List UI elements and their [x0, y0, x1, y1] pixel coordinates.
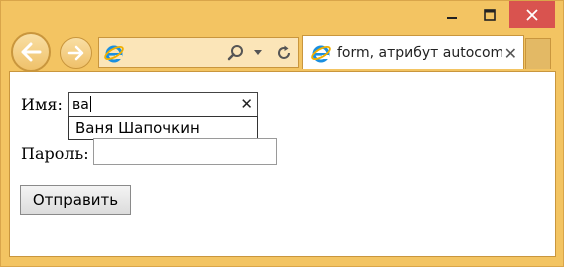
maximize-button[interactable]	[471, 1, 509, 28]
chevron-down-icon[interactable]	[253, 49, 263, 57]
minimize-button[interactable]	[433, 1, 471, 28]
ie-logo-icon	[311, 45, 331, 63]
close-icon	[526, 8, 538, 21]
address-bar[interactable]	[98, 37, 299, 68]
tab-active[interactable]: form, атрибут autocom... ✕	[302, 35, 524, 69]
ie-logo-icon	[104, 45, 124, 63]
name-label: Имя:	[21, 95, 63, 114]
tab-title: form, атрибут autocom...	[337, 45, 502, 61]
new-tab-button[interactable]	[525, 38, 551, 69]
navigation-bar: form, атрибут autocom... ✕	[1, 32, 564, 72]
forward-button[interactable]	[60, 37, 92, 69]
tab-close-icon[interactable]: ✕	[504, 44, 517, 63]
text-caret	[89, 96, 91, 112]
name-input-value: ва	[72, 97, 89, 113]
autocomplete-suggestion[interactable]: Ваня Шапочкин	[68, 116, 258, 140]
browser-window: form, атрибут autocom... ✕ Имя: ва ✕ Ван…	[0, 0, 564, 267]
page-content: Имя: ва ✕ Ваня Шапочкин Пароль: Отправит…	[9, 71, 556, 257]
back-button[interactable]	[11, 32, 51, 72]
refresh-icon[interactable]	[275, 44, 293, 62]
search-icon[interactable]	[227, 44, 245, 62]
minimize-icon	[447, 16, 457, 19]
window-controls	[433, 1, 555, 28]
maximize-icon	[484, 8, 496, 21]
close-button[interactable]	[509, 1, 555, 28]
arrow-left-icon	[21, 42, 42, 62]
clear-icon[interactable]: ✕	[240, 95, 253, 113]
password-label: Пароль:	[21, 144, 89, 163]
name-input[interactable]: ва ✕	[68, 92, 258, 117]
submit-button[interactable]: Отправить	[20, 185, 131, 215]
arrow-right-icon	[67, 45, 84, 61]
password-input[interactable]	[93, 138, 277, 165]
